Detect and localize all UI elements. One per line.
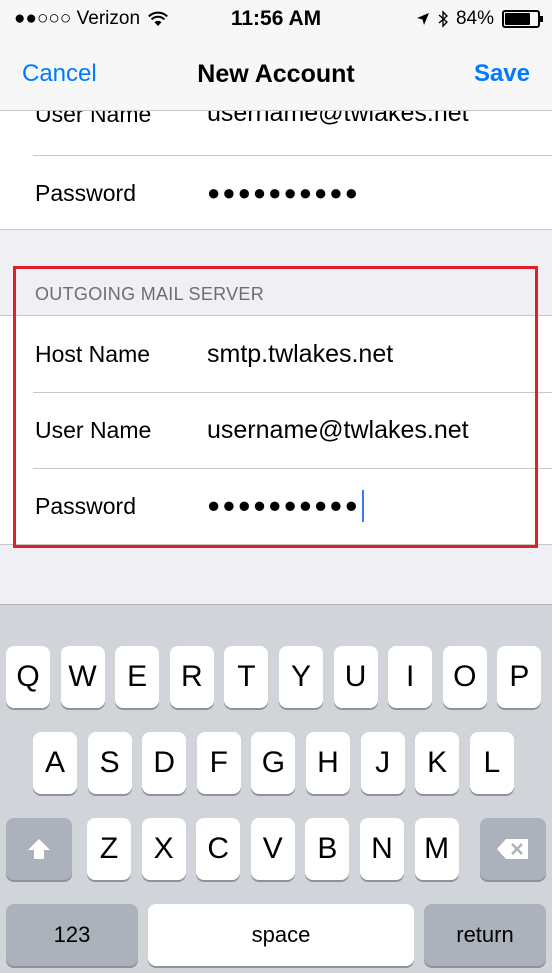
- incoming-password-label: Password: [35, 179, 136, 206]
- key-e[interactable]: E: [115, 646, 160, 708]
- outgoing-password-dots: ●●●●●●●●●●: [207, 492, 360, 518]
- key-f[interactable]: F: [196, 732, 241, 794]
- status-bar-overlay: ●●○○○ Verizon 11:56 AM 84%: [0, 0, 552, 40]
- incoming-password-row[interactable]: Password ●●●●●●●●●●: [0, 155, 552, 231]
- key-v[interactable]: V: [250, 818, 295, 880]
- key-q[interactable]: Q: [6, 646, 50, 708]
- delete-key[interactable]: [480, 818, 546, 880]
- key-o[interactable]: O: [442, 646, 487, 708]
- key-k[interactable]: K: [415, 732, 460, 794]
- outgoing-username-row[interactable]: User Name username@twlakes.net: [0, 392, 552, 468]
- key-j[interactable]: J: [360, 732, 405, 794]
- outgoing-username-field[interactable]: username@twlakes.net: [207, 416, 469, 445]
- key-w[interactable]: W: [60, 646, 105, 708]
- backspace-icon: [497, 839, 528, 859]
- outgoing-password-label: Password: [35, 492, 136, 519]
- key-s[interactable]: S: [87, 732, 132, 794]
- battery-level-fill: [505, 13, 530, 25]
- key-u[interactable]: U: [333, 646, 378, 708]
- save-button-label[interactable]: Save: [474, 60, 530, 88]
- outgoing-section-header: OUTGOING MAIL SERVER: [35, 284, 265, 304]
- text-cursor: [361, 490, 364, 522]
- key-c[interactable]: C: [196, 818, 241, 880]
- host-name-label: Host Name: [35, 340, 151, 367]
- key-x[interactable]: X: [141, 818, 186, 880]
- host-name-row[interactable]: Host Name smtp.twlakes.net: [0, 316, 552, 392]
- key-l[interactable]: L: [469, 732, 514, 794]
- key-g[interactable]: G: [251, 732, 296, 794]
- shift-arrow-icon: [28, 839, 50, 859]
- battery-indicator-icon: [502, 10, 543, 28]
- incoming-password-field[interactable]: ●●●●●●●●●●: [207, 180, 360, 206]
- nav-title: New Account: [197, 60, 355, 88]
- key-d[interactable]: D: [142, 732, 187, 794]
- key-r[interactable]: R: [169, 646, 214, 708]
- key-b[interactable]: B: [305, 818, 350, 880]
- host-name-field[interactable]: smtp.twlakes.net: [207, 340, 393, 369]
- key-t[interactable]: T: [224, 646, 269, 708]
- key-m[interactable]: M: [414, 818, 459, 880]
- return-key[interactable]: return: [424, 904, 546, 966]
- key-h[interactable]: H: [306, 732, 350, 794]
- navigation-bar-overlay: Cancel New Account Save: [0, 40, 552, 111]
- battery-percent-text: 84%: [455, 8, 494, 29]
- key-p[interactable]: P: [497, 646, 542, 708]
- shift-key[interactable]: [6, 818, 72, 880]
- numbers-key[interactable]: 123: [6, 904, 138, 966]
- key-i[interactable]: I: [388, 646, 433, 708]
- outgoing-username-label: User Name: [35, 416, 152, 443]
- key-n[interactable]: N: [360, 818, 404, 880]
- keyboard: QWERTYUIOP ASDFGHJKL ZXCVBNM 123 space r…: [0, 604, 552, 973]
- location-arrow-icon: [416, 13, 429, 25]
- key-z[interactable]: Z: [87, 818, 131, 880]
- space-key[interactable]: space: [148, 904, 414, 966]
- status-right-overlay: 84%: [416, 8, 543, 30]
- outgoing-password-field[interactable]: ●●●●●●●●●●: [207, 490, 364, 522]
- outgoing-password-row[interactable]: Password ●●●●●●●●●●: [0, 468, 552, 544]
- key-a[interactable]: A: [33, 732, 77, 794]
- key-y[interactable]: Y: [279, 646, 323, 708]
- bluetooth-symbol-icon: [438, 10, 448, 28]
- outgoing-server-group: Host Name smtp.twlakes.net User Name use…: [0, 315, 552, 545]
